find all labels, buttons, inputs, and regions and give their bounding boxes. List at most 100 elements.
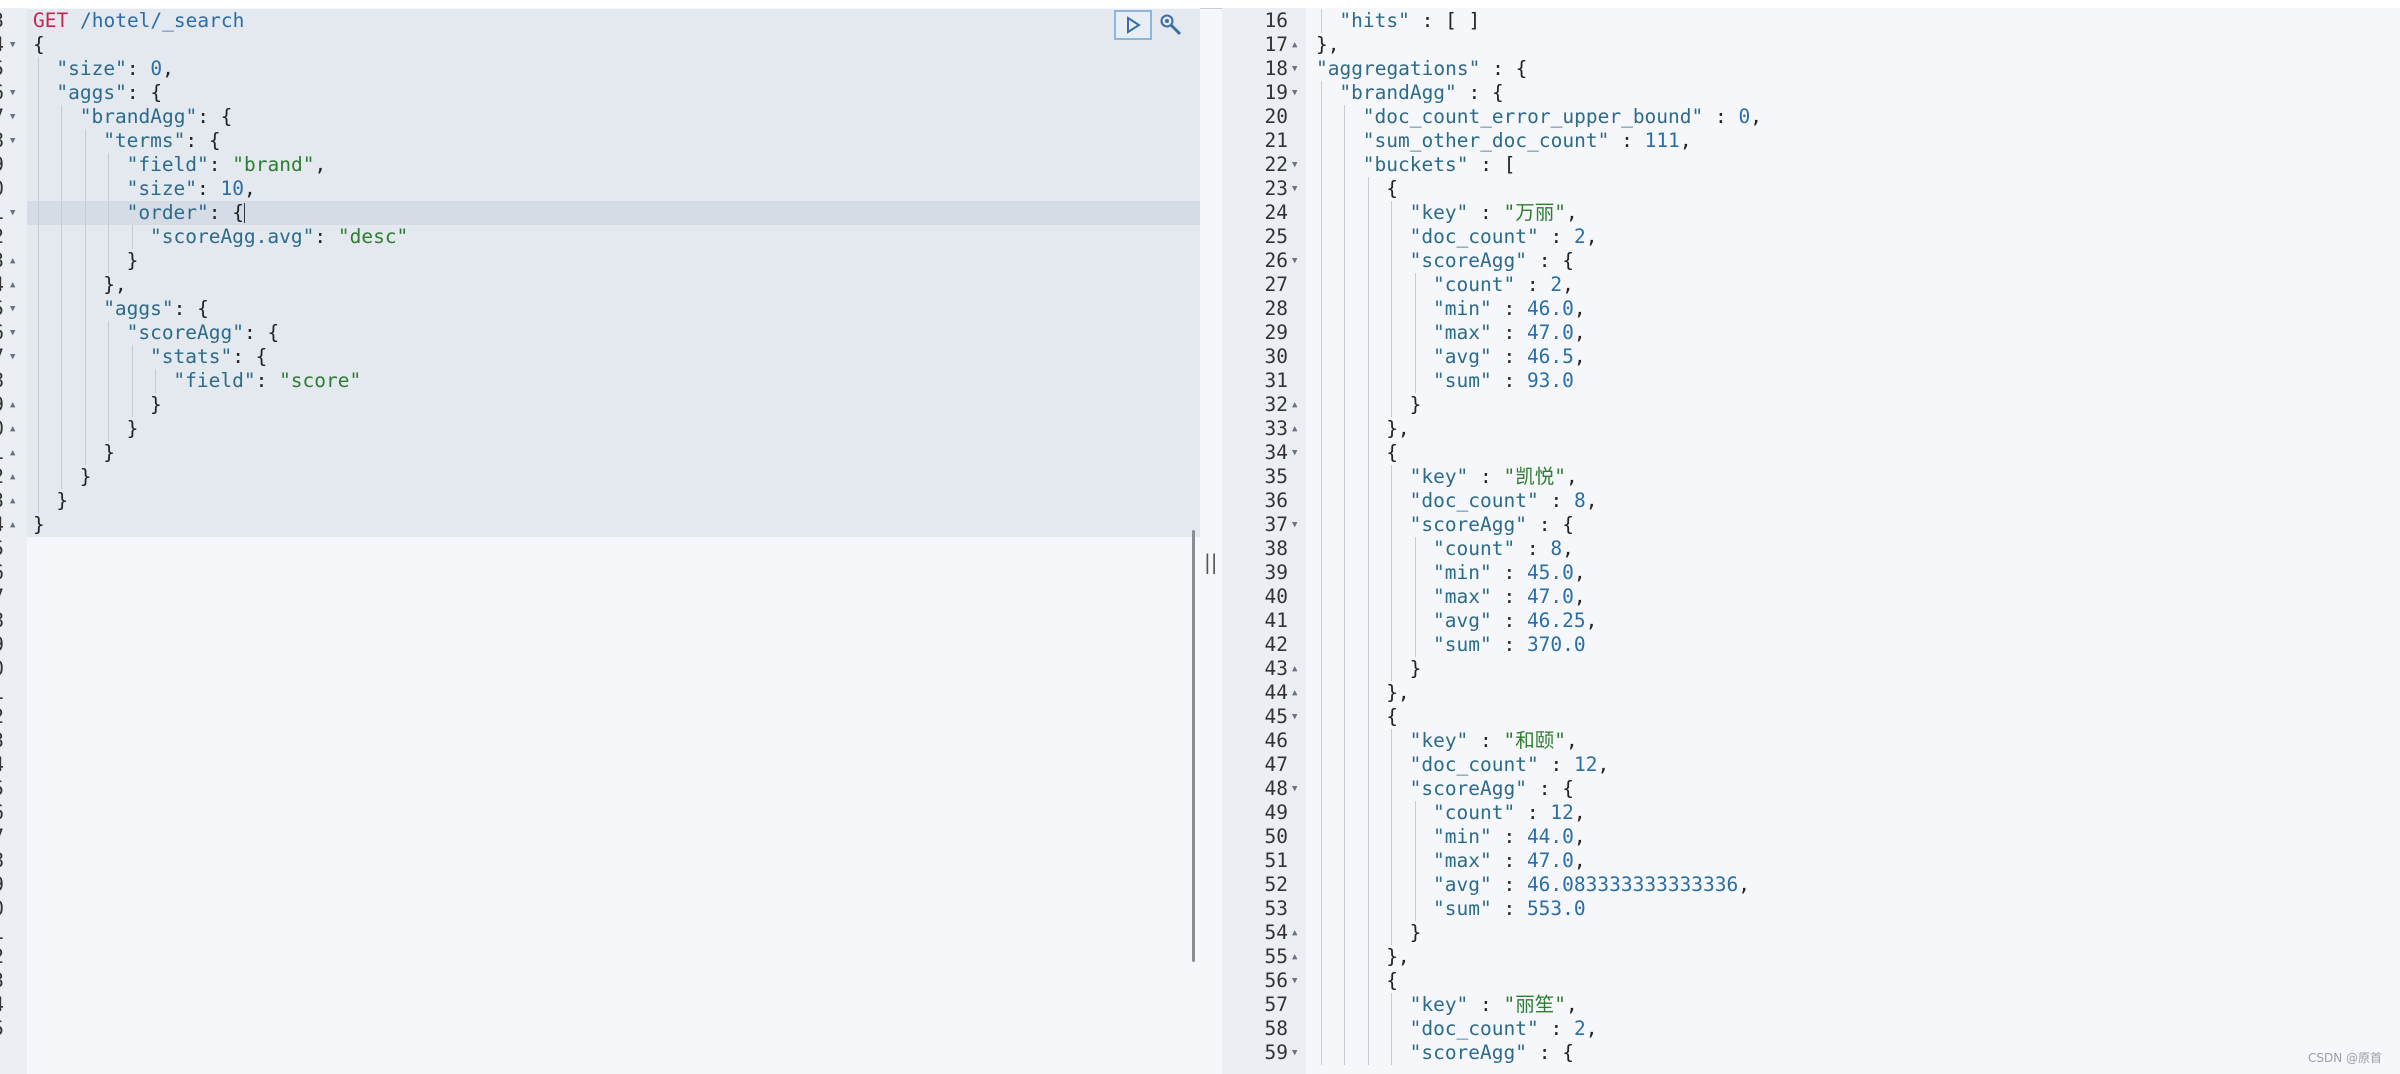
code-token: , (162, 57, 174, 80)
fold-collapse-icon[interactable]: ▼ (1292, 249, 1297, 273)
wrench-icon (1160, 14, 1182, 36)
code-token: }, (1386, 681, 1410, 704)
fold-collapse-icon[interactable]: ▼ (1292, 81, 1297, 105)
fold-collapse-icon[interactable]: ▼ (10, 201, 15, 225)
request-editor[interactable]: 3GET /hotel/_search4▼{5"size": 0,6▼"aggs… (0, 8, 1200, 1074)
code-token: : (1515, 537, 1551, 560)
editor-line: 8 "field": "score" (0, 369, 1200, 393)
code-token: "aggs" (56, 81, 127, 104)
code-token: 0 (1738, 105, 1751, 128)
fold-collapse-icon[interactable]: ▼ (10, 33, 15, 57)
code-token: : (1491, 897, 1527, 920)
code-token: "sum" (1433, 897, 1492, 920)
code-token: , (1573, 849, 1586, 872)
response-line: 39 "min" : 45.0, (1222, 561, 2400, 585)
fold-expand-icon[interactable]: ▲ (10, 249, 15, 273)
fold-collapse-icon[interactable]: ▼ (10, 81, 15, 105)
editor-line: 0 (0, 897, 1200, 921)
response-line: 56 ▼ { (1222, 969, 2400, 993)
code-text: } (103, 441, 115, 465)
code-token: 2 (1573, 225, 1586, 248)
fold-collapse-icon[interactable]: ▼ (1292, 1041, 1297, 1065)
fold-collapse-icon[interactable]: ▼ (1292, 705, 1297, 729)
fold-expand-icon[interactable]: ▲ (10, 273, 15, 297)
response-line: 27 "count" : 2, (1222, 273, 2400, 297)
line-number: 26 (1264, 249, 1288, 272)
fold-collapse-icon[interactable]: ▼ (1292, 153, 1297, 177)
line-number: 3 (0, 969, 4, 993)
code-text: "min" : 46.0, (1433, 297, 1586, 321)
code-token: "field" (173, 369, 256, 392)
editor-line: 8 (0, 849, 1200, 873)
line-number: 8 (0, 369, 4, 393)
fold-collapse-icon[interactable]: ▼ (10, 105, 15, 129)
fold-expand-icon[interactable]: ▲ (10, 513, 15, 537)
fold-expand-icon[interactable]: ▲ (10, 489, 15, 513)
editor-line: 8▼ "terms": { (0, 129, 1200, 153)
fold-expand-icon[interactable]: ▲ (10, 417, 15, 441)
line-number: 9 (0, 873, 4, 897)
line-number: 3 (0, 9, 4, 33)
fold-expand-icon[interactable]: ▲ (1292, 681, 1297, 705)
run-request-button[interactable] (1114, 10, 1152, 40)
fold-collapse-icon[interactable]: ▼ (10, 321, 15, 345)
code-token: : { (1527, 513, 1574, 536)
response-line: 47 "doc_count" : 12, (1222, 753, 2400, 777)
line-number: 7 (0, 585, 4, 609)
fold-expand-icon[interactable]: ▲ (1292, 417, 1297, 441)
fold-expand-icon[interactable]: ▲ (1292, 945, 1297, 969)
fold-collapse-icon[interactable]: ▼ (10, 345, 15, 369)
code-text: "min" : 44.0, (1433, 825, 1586, 849)
fold-expand-icon[interactable]: ▲ (10, 441, 15, 465)
response-line: 34 ▼ { (1222, 441, 2400, 465)
line-number: 4 (0, 993, 4, 1017)
code-token: "terms" (103, 129, 186, 152)
fold-collapse-icon[interactable]: ▼ (1292, 777, 1297, 801)
code-token: { (1386, 705, 1398, 728)
editor-scrollbar[interactable] (1192, 530, 1195, 962)
response-viewer[interactable]: 16 "hits" : [ ] 17 ▲}, 18 ▼ "aggregations" : {… (1222, 8, 2400, 1074)
code-text: "size": 10, (127, 177, 256, 201)
fold-collapse-icon[interactable]: ▼ (1292, 57, 1297, 81)
editor-line: 5 (0, 537, 1200, 561)
fold-collapse-icon[interactable]: ▼ (10, 129, 15, 153)
code-token: 44.0 (1526, 825, 1574, 848)
fold-expand-icon[interactable]: ▲ (10, 393, 15, 417)
fold-collapse-icon[interactable]: ▼ (10, 297, 15, 321)
response-line: 52 "avg" : 46.083333333333336, (1222, 873, 2400, 897)
code-token: : (1491, 585, 1527, 608)
fold-collapse-icon[interactable]: ▼ (1292, 177, 1297, 201)
line-number: 1 (0, 441, 4, 465)
line-number: 45 (1264, 705, 1288, 728)
line-number: 4 (0, 273, 4, 297)
code-text: "buckets" : [ (1363, 153, 1516, 177)
code-token: } (126, 249, 139, 272)
code-text: "stats": { (150, 345, 267, 369)
line-number: 17 (1264, 33, 1288, 56)
fold-expand-icon[interactable]: ▲ (1292, 33, 1297, 57)
line-number: 1 (0, 681, 4, 705)
code-token: , (244, 177, 256, 200)
fold-collapse-icon[interactable]: ▼ (1292, 441, 1297, 465)
fold-expand-icon[interactable]: ▲ (1292, 921, 1297, 945)
response-line: 48 ▼ "scoreAgg" : { (1222, 777, 2400, 801)
fold-expand-icon[interactable]: ▲ (1292, 657, 1297, 681)
code-text: "scoreAgg": { (127, 321, 280, 345)
code-text: "scoreAgg" : { (1410, 777, 1574, 801)
code-token: } (1409, 393, 1422, 416)
fold-expand-icon[interactable]: ▲ (1292, 393, 1297, 417)
line-number: 2 (0, 465, 4, 489)
pane-splitter-handle[interactable]: || (1204, 550, 1217, 574)
code-token: 553.0 (1526, 897, 1586, 920)
request-settings-button[interactable] (1152, 10, 1190, 40)
fold-collapse-icon[interactable]: ▼ (1292, 969, 1297, 993)
code-token: : (1468, 729, 1504, 752)
code-text: "aggs": { (103, 297, 209, 321)
code-text: "size": 0, (56, 57, 173, 81)
editor-line: 5▼ "aggs": { (0, 297, 1200, 321)
fold-collapse-icon[interactable]: ▼ (1292, 513, 1297, 537)
response-line: 31 "sum" : 93.0 (1222, 369, 2400, 393)
code-text: "key" : "和颐", (1410, 729, 1578, 753)
fold-expand-icon[interactable]: ▲ (10, 465, 15, 489)
code-token: 8 (1550, 537, 1563, 560)
